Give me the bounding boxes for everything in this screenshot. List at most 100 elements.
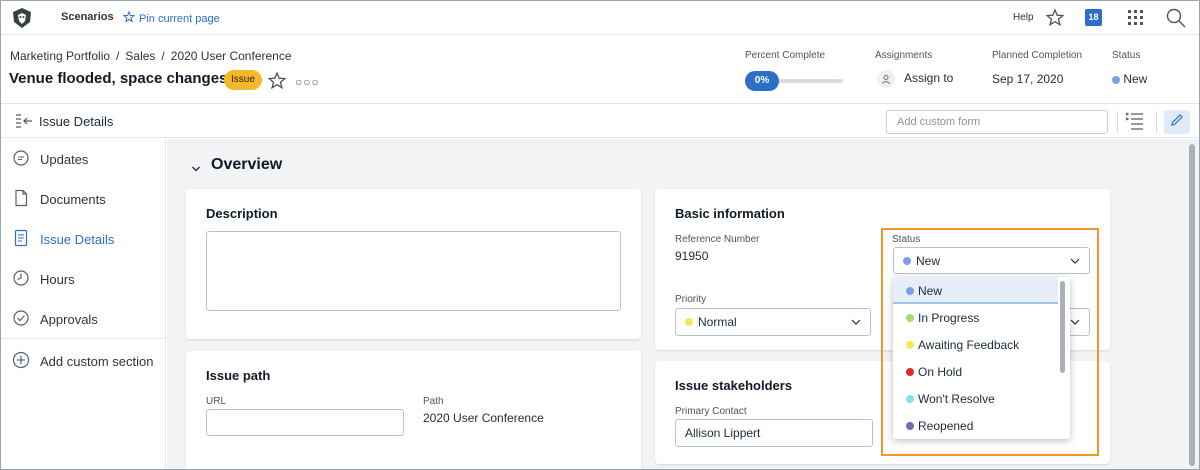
status-option-label: On Hold [918, 365, 963, 379]
percent-complete-label: Percent Complete [745, 50, 826, 61]
status-option-wont-resolve[interactable]: Won't Resolve [893, 385, 1058, 412]
page-title: Venue flooded, space changes [9, 70, 228, 87]
dropdown-scrollbar[interactable] [1060, 281, 1065, 373]
path-value: 2020 User Conference [423, 411, 544, 425]
breadcrumb-project[interactable]: 2020 User Conference [171, 49, 292, 63]
status-option-reopened[interactable]: Reopened [893, 412, 1058, 439]
favorites-star-icon[interactable] [1045, 8, 1065, 33]
status-option-on-hold[interactable]: On Hold [893, 358, 1058, 385]
pin-current-page-button[interactable]: Pin current page [122, 10, 220, 26]
primary-contact-label: Primary Contact [675, 406, 747, 417]
pin-icon [122, 10, 136, 26]
more-options-icon[interactable]: ○○○ [295, 75, 320, 89]
issue-path-card: Issue path URL Path 2020 User Conference [186, 351, 641, 469]
description-title: Description [206, 206, 278, 221]
status-dot [906, 287, 914, 295]
status-dot [906, 341, 914, 349]
primary-contact-input[interactable]: Allison Lippert [675, 419, 873, 447]
planned-completion-label: Planned Completion [992, 50, 1083, 61]
chevron-down-icon [850, 316, 862, 331]
page-header: Marketing Portfolio / Sales / 2020 User … [1, 36, 1199, 104]
notifications-badge[interactable]: 18 [1085, 9, 1102, 26]
app-window: Scenarios Pin current page Help 18 Marke… [0, 0, 1200, 470]
url-label: URL [206, 396, 227, 407]
lion-logo-icon[interactable] [11, 7, 33, 29]
object-type-badge: Issue [224, 70, 262, 90]
section-header: Issue Details Add custom form [1, 105, 1199, 138]
status-option-new[interactable]: New [893, 277, 1058, 304]
status-value[interactable]: New [1112, 72, 1147, 86]
planned-completion-value[interactable]: Sep 17, 2020 [992, 72, 1063, 86]
favorite-star-icon[interactable] [267, 71, 287, 96]
overview-heading[interactable]: Overview [211, 156, 282, 174]
help-link[interactable]: Help [1013, 12, 1034, 23]
priority-normal-dot [685, 318, 693, 326]
status-dot [906, 395, 914, 403]
status-option-label: Awaiting Feedback [918, 338, 1020, 352]
add-custom-form-input[interactable]: Add custom form [886, 110, 1108, 134]
chevron-down-icon[interactable] [191, 161, 201, 179]
sidebar-item-label: Documents [40, 192, 106, 207]
description-card: Description [186, 189, 641, 339]
status-new-dot [1112, 75, 1120, 84]
breadcrumb-separator: / [161, 49, 165, 63]
sidebar-item-approvals[interactable]: Approvals [1, 299, 166, 339]
sidebar-item-label: Issue Details [40, 232, 115, 247]
priority-label: Priority [675, 294, 707, 305]
status-value-text: New [1123, 72, 1148, 86]
pencil-icon [1169, 112, 1185, 133]
reference-number-value: 91950 [675, 249, 709, 263]
add-custom-section-button[interactable]: Add custom section [1, 341, 166, 381]
breadcrumb-portfolio[interactable]: Marketing Portfolio [10, 49, 110, 63]
priority-select-value: Normal [698, 315, 737, 329]
issue-stakeholders-title: Issue stakeholders [675, 378, 793, 393]
divider [1117, 111, 1118, 133]
add-custom-section-label: Add custom section [40, 354, 154, 369]
top-bar: Scenarios Pin current page Help 18 [1, 1, 1199, 35]
section-title: Issue Details [39, 114, 114, 129]
page-scrollbar[interactable] [1189, 144, 1195, 466]
description-textarea[interactable] [206, 231, 621, 311]
issue-path-title: Issue path [206, 368, 271, 383]
breadcrumb: Marketing Portfolio / Sales / 2020 User … [10, 49, 292, 63]
divider [1, 338, 166, 339]
assign-to-link[interactable]: Assign to [904, 71, 953, 85]
priority-select[interactable]: Normal [675, 308, 871, 336]
sidebar-item-hours[interactable]: Hours [1, 259, 166, 299]
search-icon[interactable] [1165, 7, 1187, 34]
breadcrumb-separator: / [116, 49, 120, 63]
sidebar-item-label: Hours [40, 272, 75, 287]
status-label: Status [1112, 50, 1141, 61]
status-option-awaiting-feedback[interactable]: Awaiting Feedback [893, 331, 1058, 358]
sidebar-item-documents[interactable]: Documents [1, 179, 166, 219]
app-grid-icon[interactable] [1127, 9, 1145, 32]
status-option-label: Reopened [918, 419, 974, 433]
list-view-icon[interactable] [1125, 111, 1145, 136]
collapse-panel-icon[interactable] [15, 113, 33, 134]
user-avatar-icon [877, 70, 895, 88]
breadcrumb-program[interactable]: Sales [125, 49, 155, 63]
pin-label: Pin current page [139, 12, 220, 25]
status-option-label: New [918, 284, 943, 298]
divider [1156, 111, 1157, 133]
status-dropdown-menu: New In Progress Awaiting Feedback On Hol… [893, 277, 1070, 439]
scenarios-link[interactable]: Scenarios [61, 11, 114, 23]
status-dot [906, 314, 914, 322]
edit-button[interactable] [1164, 110, 1190, 134]
details-icon [12, 229, 30, 247]
basic-information-title: Basic information [675, 206, 785, 221]
status-option-in-progress[interactable]: In Progress [893, 304, 1058, 331]
plus-circle-icon [12, 351, 30, 369]
sidebar-item-updates[interactable]: Updates [1, 139, 166, 179]
status-option-label: In Progress [918, 311, 980, 325]
status-dot [906, 422, 914, 430]
left-sidebar: Updates Documents Issue Details Hours Ap… [1, 139, 166, 469]
clock-icon [12, 269, 30, 287]
sidebar-item-label: Approvals [40, 312, 98, 327]
status-option-label: Won't Resolve [918, 392, 995, 406]
path-label: Path [423, 396, 444, 407]
sidebar-item-label: Updates [40, 152, 89, 167]
url-input[interactable] [206, 409, 404, 436]
sidebar-item-issue-details[interactable]: Issue Details [1, 219, 166, 259]
percent-complete-value[interactable]: 0% [745, 71, 779, 91]
